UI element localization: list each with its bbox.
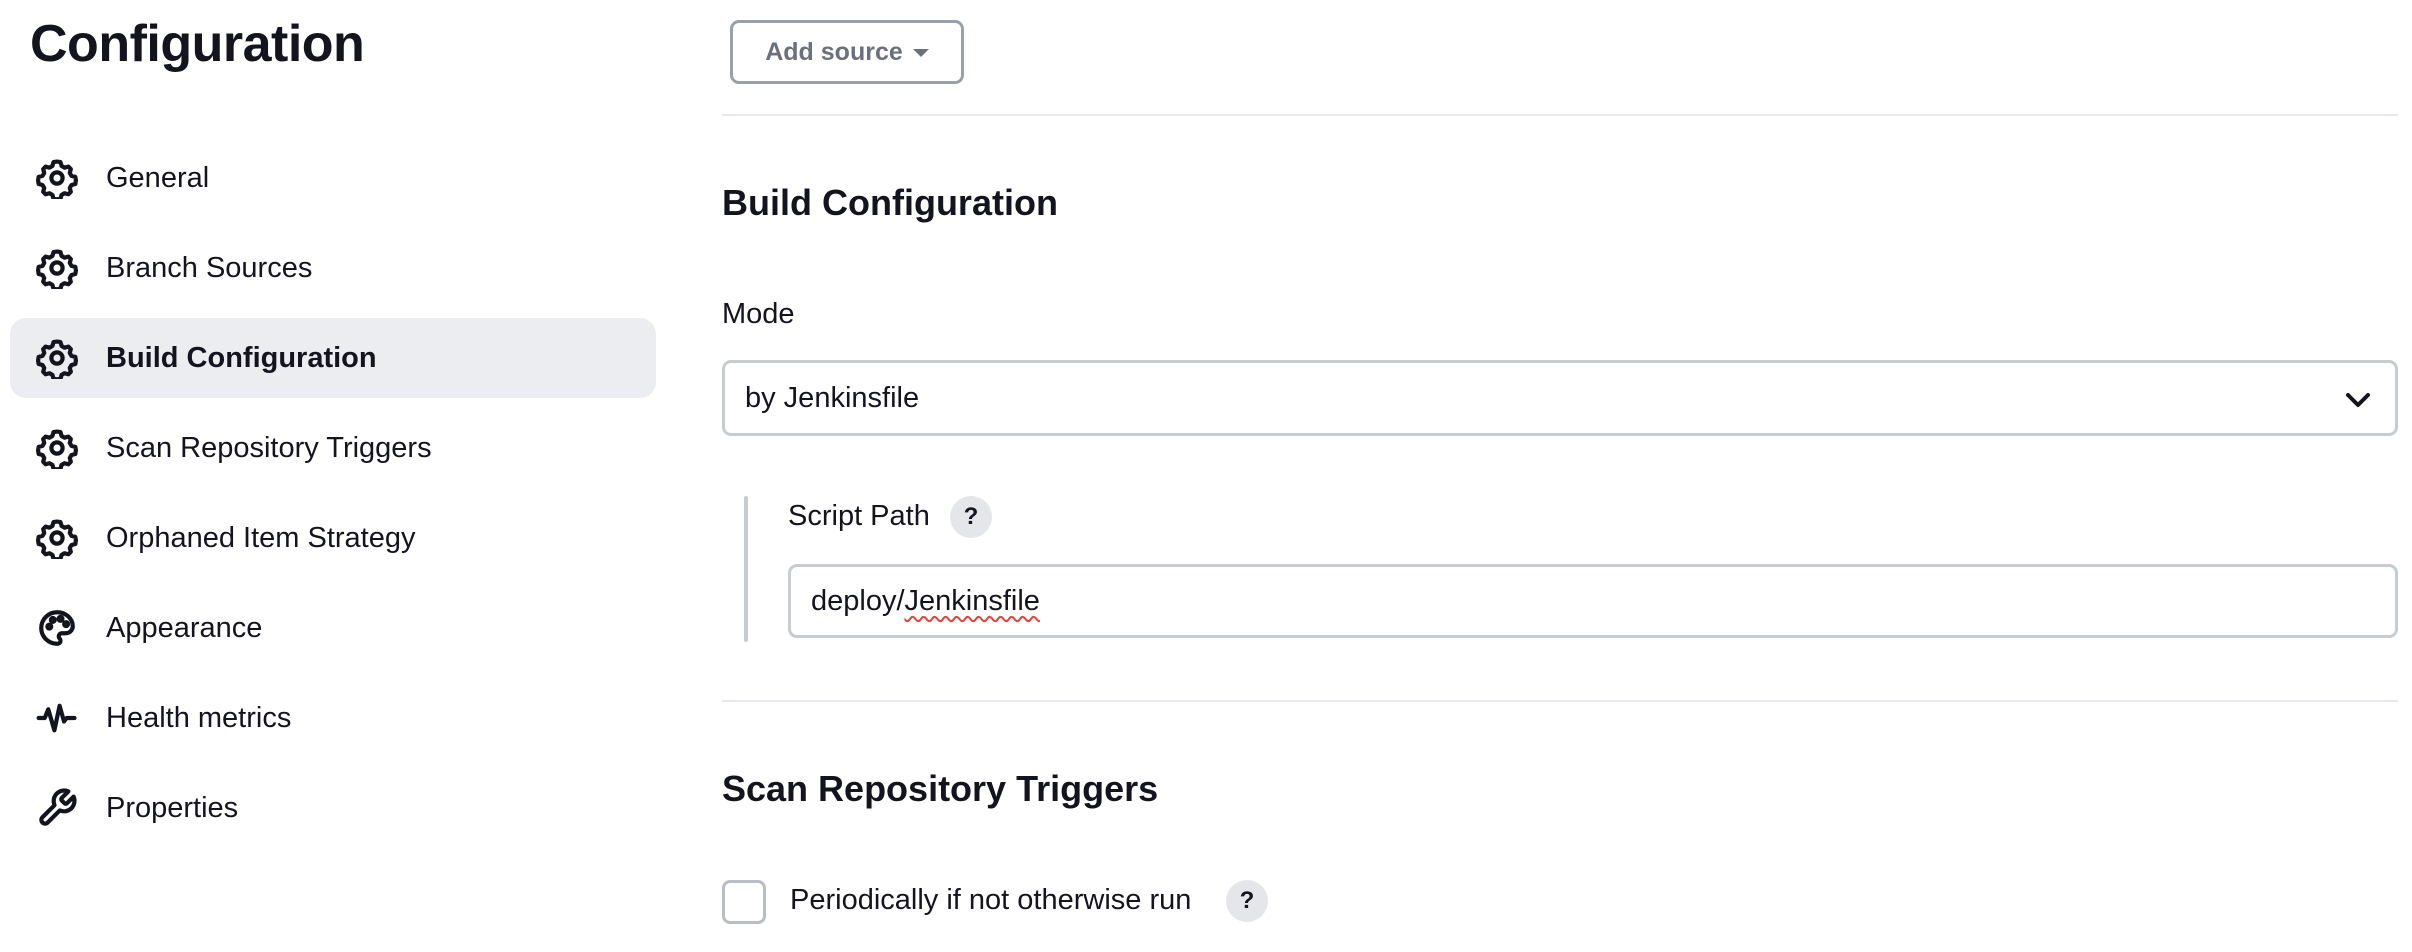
configuration-page: Configuration General Branch Sources Bui… — [0, 0, 2412, 952]
sidebar-item-label: Build Configuration — [106, 341, 377, 374]
gear-icon — [34, 155, 80, 201]
mode-select[interactable]: by Jenkinsfile — [722, 360, 2398, 436]
page-title: Configuration — [30, 15, 365, 73]
sidebar-item-scan-repository-triggers[interactable]: Scan Repository Triggers — [10, 408, 656, 488]
sidebar-item-orphaned-item-strategy[interactable]: Orphaned Item Strategy — [10, 498, 656, 578]
sidebar-item-properties[interactable]: Properties — [10, 768, 656, 848]
script-path-input[interactable]: deploy/Jenkinsfile — [788, 564, 2398, 638]
sidebar-item-label: Branch Sources — [106, 251, 313, 284]
sidebar-item-label: Health metrics — [106, 701, 292, 734]
mode-select-value: by Jenkinsfile — [745, 381, 920, 414]
periodic-scan-label[interactable]: Periodically if not otherwise run — [790, 884, 1191, 917]
section-divider — [722, 700, 2398, 702]
help-icon: ? — [1239, 887, 1255, 914]
section-divider — [722, 114, 2398, 116]
chevron-down-icon — [2343, 385, 2373, 415]
nested-section-indicator — [744, 496, 748, 642]
sidebar-item-label: Properties — [106, 791, 239, 824]
add-source-label: Add source — [765, 37, 903, 66]
sidebar-nav: General Branch Sources Build Configurati… — [10, 138, 656, 858]
sidebar-item-branch-sources[interactable]: Branch Sources — [10, 228, 656, 308]
help-icon: ? — [963, 503, 979, 530]
sidebar-item-label: Appearance — [106, 611, 263, 644]
sidebar-item-label: Orphaned Item Strategy — [106, 521, 416, 554]
add-source-button[interactable]: Add source — [730, 20, 964, 84]
script-path-label: Script Path — [788, 500, 930, 532]
build-configuration-title: Build Configuration — [722, 182, 1058, 223]
periodic-scan-checkbox[interactable] — [722, 880, 766, 924]
sidebar-item-label: Scan Repository Triggers — [106, 431, 432, 464]
gear-icon — [34, 515, 80, 561]
script-path-value-word: Jenkinsfile — [904, 584, 1040, 617]
sidebar-item-label: General — [106, 161, 210, 194]
pulse-icon — [34, 695, 80, 741]
wrench-icon — [34, 785, 80, 831]
script-path-help-button[interactable]: ? — [950, 496, 992, 538]
gear-icon — [34, 425, 80, 471]
scan-repository-triggers-title: Scan Repository Triggers — [722, 768, 1159, 809]
sidebar-item-appearance[interactable]: Appearance — [10, 588, 656, 668]
script-path-value-prefix: deploy/ — [811, 584, 905, 617]
periodic-scan-help-button[interactable]: ? — [1226, 880, 1268, 922]
sidebar-item-health-metrics[interactable]: Health metrics — [10, 678, 656, 758]
mode-label: Mode — [722, 298, 795, 330]
sidebar-item-general[interactable]: General — [10, 138, 656, 218]
palette-icon — [34, 605, 80, 651]
caret-down-icon — [912, 49, 929, 57]
gear-icon — [34, 335, 80, 381]
gear-icon — [34, 245, 80, 291]
sidebar-item-build-configuration[interactable]: Build Configuration — [10, 318, 656, 398]
